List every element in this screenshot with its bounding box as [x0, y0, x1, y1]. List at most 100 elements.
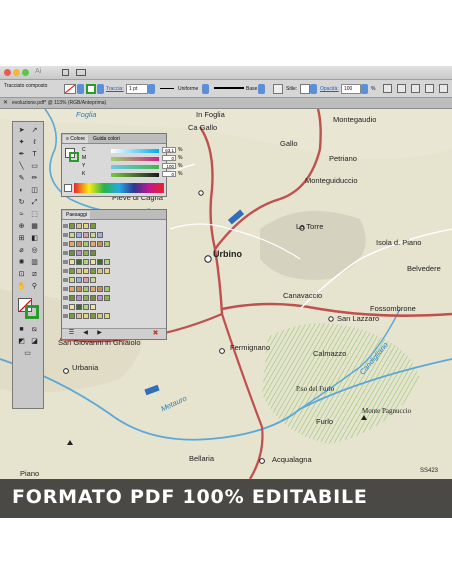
channel-y-slider[interactable] — [111, 165, 159, 169]
none-color-swatch[interactable] — [64, 184, 72, 192]
opacity-label[interactable]: Opacità: — [320, 84, 339, 94]
color-swatch[interactable] — [76, 304, 82, 310]
mesh-tool-icon[interactable]: ⊞ — [16, 234, 27, 243]
pen-tool-icon[interactable]: ✒ — [16, 150, 27, 159]
tab-color-guide[interactable]: Guida colori — [90, 135, 123, 143]
channel-m-slider[interactable] — [111, 157, 159, 161]
perspective-tool-icon[interactable]: ▦ — [29, 222, 40, 231]
channel-m-value[interactable]: 0 — [162, 155, 176, 161]
swatch-folder-icon[interactable] — [63, 242, 68, 246]
color-swatch[interactable] — [97, 232, 103, 238]
color-swatch[interactable] — [83, 223, 89, 229]
channel-y-value[interactable]: 100 — [162, 163, 176, 169]
color-swatch[interactable] — [69, 232, 75, 238]
color-swatch[interactable] — [83, 232, 89, 238]
color-swatch[interactable] — [90, 295, 96, 301]
eyedropper-tool-icon[interactable]: ⌀ — [16, 246, 27, 255]
color-swatch[interactable] — [104, 295, 110, 301]
color-swatch[interactable] — [76, 232, 82, 238]
color-swatch[interactable] — [90, 277, 96, 283]
color-swatch[interactable] — [90, 304, 96, 310]
delete-swatch-icon[interactable]: ✖ — [150, 329, 161, 338]
color-swatch[interactable] — [104, 259, 110, 265]
color-swatch[interactable] — [83, 313, 89, 319]
color-swatch[interactable] — [90, 259, 96, 265]
opacity-field[interactable]: 100 — [341, 84, 361, 94]
symbol-sprayer-tool-icon[interactable]: ✺ — [16, 258, 27, 267]
graph-tool-icon[interactable]: ▥ — [29, 258, 40, 267]
swatch-folder-icon[interactable] — [63, 314, 68, 318]
fill-dropdown-icon[interactable] — [77, 84, 84, 94]
draw-normal-icon[interactable]: ◩ — [16, 337, 27, 346]
swatch-library-icon[interactable]: ☰ — [66, 329, 77, 338]
bridge-icon[interactable] — [62, 69, 69, 76]
line-tool-icon[interactable]: ╲ — [16, 162, 27, 171]
rectangle-tool-icon[interactable]: ▭ — [29, 162, 40, 171]
color-swatch[interactable] — [104, 313, 110, 319]
swatch-folder-icon[interactable] — [63, 296, 68, 300]
opacity-dropdown-icon[interactable] — [361, 84, 368, 94]
swatch-folder-icon[interactable] — [63, 278, 68, 282]
panel-menu-icon[interactable] — [439, 84, 448, 93]
gradient-tool-icon[interactable]: ◧ — [29, 234, 40, 243]
color-swatch[interactable] — [69, 268, 75, 274]
color-swatch[interactable] — [90, 241, 96, 247]
color-swatch[interactable] — [90, 286, 96, 292]
channel-c-slider[interactable] — [111, 149, 159, 153]
color-swatch[interactable] — [97, 259, 103, 265]
color-spectrum-ramp[interactable] — [74, 183, 164, 193]
color-swatch[interactable] — [76, 223, 82, 229]
none-mode-icon[interactable]: ⧅ — [29, 325, 40, 334]
swatch-folder-icon[interactable] — [63, 224, 68, 228]
minimize-window-button[interactable] — [13, 69, 20, 76]
blend-tool-icon[interactable]: ◎ — [29, 246, 40, 255]
color-swatch[interactable] — [90, 250, 96, 256]
color-swatch[interactable] — [69, 241, 75, 247]
color-swatch[interactable] — [90, 232, 96, 238]
swatch-folder-icon[interactable] — [63, 305, 68, 309]
color-swatch[interactable] — [97, 241, 103, 247]
brush-tool-icon[interactable]: ✎ — [16, 174, 27, 183]
recolor-icon[interactable] — [383, 84, 392, 93]
free-transform-tool-icon[interactable]: ⬚ — [29, 210, 40, 219]
grid-icon[interactable] — [273, 84, 283, 94]
color-swatch[interactable] — [69, 304, 75, 310]
stroke-dropdown-icon[interactable] — [97, 84, 104, 94]
color-swatch[interactable] — [76, 241, 82, 247]
color-swatch[interactable] — [69, 277, 75, 283]
color-swatch[interactable] — [97, 286, 103, 292]
color-swatch[interactable] — [69, 259, 75, 265]
fill-color-button[interactable] — [64, 84, 76, 94]
close-tab-icon[interactable]: ✕ — [3, 98, 8, 109]
color-swatch[interactable] — [69, 223, 75, 229]
color-swatch[interactable] — [69, 313, 75, 319]
color-swatch[interactable] — [76, 286, 82, 292]
brush-dropdown-icon[interactable] — [258, 84, 265, 94]
color-swatch[interactable] — [83, 286, 89, 292]
rotate-tool-icon[interactable]: ↻ — [16, 198, 27, 207]
slice-tool-icon[interactable]: ⧄ — [29, 270, 40, 279]
color-swatch[interactable] — [76, 259, 82, 265]
color-mode-icon[interactable]: ■ — [16, 325, 27, 334]
stroke-weight-field[interactable]: 1 pt — [126, 84, 148, 94]
color-swatch[interactable] — [69, 250, 75, 256]
hand-tool-icon[interactable]: ✋ — [16, 282, 27, 291]
color-swatch[interactable] — [97, 295, 103, 301]
previous-library-icon[interactable]: ◀ — [80, 329, 91, 338]
color-swatch[interactable] — [90, 313, 96, 319]
color-swatch[interactable] — [90, 223, 96, 229]
channel-k-slider[interactable] — [111, 173, 159, 177]
color-swatch[interactable] — [97, 268, 103, 274]
color-swatch[interactable] — [83, 250, 89, 256]
color-swatch[interactable] — [69, 286, 75, 292]
swatch-folder-icon[interactable] — [63, 269, 68, 273]
type-tool-icon[interactable]: T — [29, 150, 40, 159]
blob-brush-tool-icon[interactable]: ◐ — [16, 186, 27, 195]
next-library-icon[interactable]: ▶ — [94, 329, 105, 338]
swatches-panel-title[interactable]: Paesaggi — [63, 211, 90, 219]
draw-behind-icon[interactable]: ◪ — [29, 337, 40, 346]
graphic-style-swatch[interactable] — [300, 84, 310, 94]
width-profile-dropdown-icon[interactable] — [202, 84, 209, 94]
scale-tool-icon[interactable]: ⤢ — [29, 198, 40, 207]
style-dropdown-icon[interactable] — [310, 84, 317, 94]
